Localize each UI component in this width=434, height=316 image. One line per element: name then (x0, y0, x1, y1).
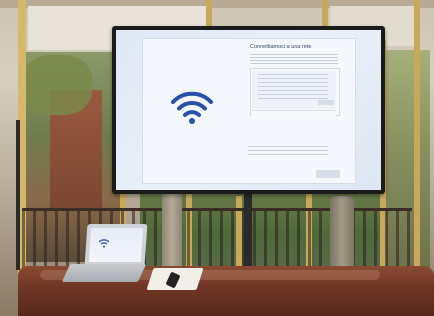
laptop-display (88, 228, 144, 262)
stone-pillar (162, 190, 182, 272)
wifi-icon (171, 91, 213, 124)
network-item-details (258, 74, 328, 100)
laptop-wifi-icon (98, 239, 110, 248)
network-connect-button[interactable] (318, 100, 334, 105)
setup-description (250, 54, 338, 64)
next-button[interactable] (316, 170, 340, 178)
setup-title: Connettiamoci a una rete (250, 44, 312, 50)
network-item[interactable] (252, 110, 336, 119)
stone-pillar (330, 196, 354, 276)
setup-footer-text (248, 146, 328, 158)
tree-foliage-left (22, 55, 92, 115)
photo-scene: Connettiamoci a una rete (0, 0, 434, 316)
laptop-keyboard-base (61, 264, 147, 282)
wall-pole (16, 120, 20, 270)
window-mullion (414, 0, 420, 290)
